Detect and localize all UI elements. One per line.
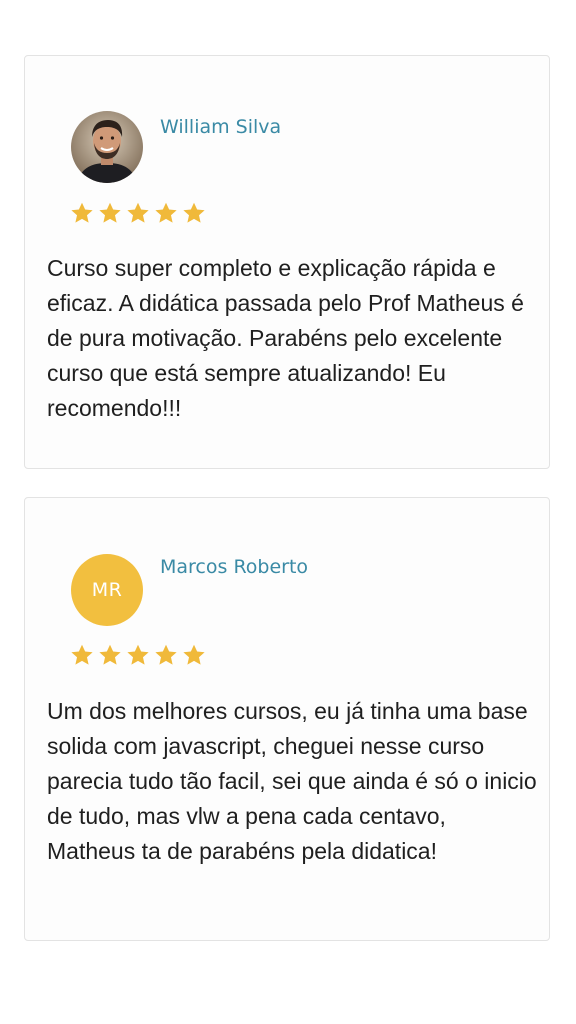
star-icon — [153, 200, 179, 226]
avatar-initials: MR — [91, 579, 123, 601]
user-photo-icon — [71, 111, 143, 183]
reviewer-avatar — [71, 111, 143, 183]
reviewer-name: William Silva — [160, 116, 282, 138]
star-icon — [181, 200, 207, 226]
star-rating — [69, 642, 207, 668]
star-icon — [69, 642, 95, 668]
star-icon — [181, 642, 207, 668]
reviewer-name: Marcos Roberto — [160, 556, 309, 578]
star-icon — [97, 642, 123, 668]
review-card: MR Marcos Roberto Um dos melhores cursos… — [24, 497, 550, 941]
star-icon — [69, 200, 95, 226]
star-rating — [69, 200, 207, 226]
star-icon — [125, 200, 151, 226]
star-icon — [153, 642, 179, 668]
review-card: William Silva Curso super completo e exp… — [24, 55, 550, 469]
star-icon — [125, 642, 151, 668]
review-text: Um dos melhores cursos, eu já tinha uma … — [47, 698, 537, 864]
review-text: Curso super completo e explicação rápida… — [47, 255, 524, 421]
reviewer-avatar: MR — [71, 554, 143, 626]
star-icon — [97, 200, 123, 226]
